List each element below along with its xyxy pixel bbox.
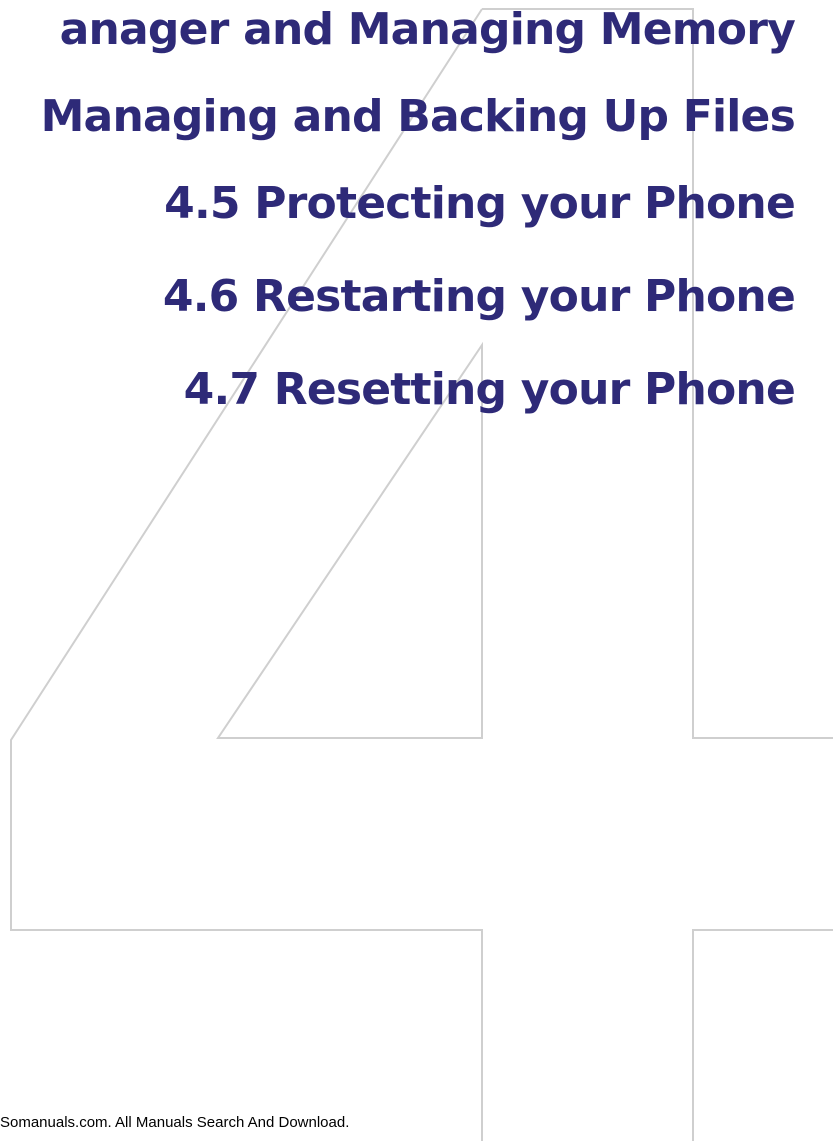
toc-item-restarting: 4.6 Restarting your Phone bbox=[162, 271, 796, 322]
toc-item-protecting: 4.5 Protecting your Phone bbox=[164, 178, 796, 229]
toc-item-resetting: 4.7 Resetting your Phone bbox=[183, 364, 796, 415]
chapter-number-outline bbox=[10, 8, 833, 1141]
toc-item-memory: anager and Managing Memory bbox=[59, 4, 796, 55]
toc-item-files: Managing and Backing Up Files bbox=[40, 91, 796, 142]
footer-text: Somanuals.com. All Manuals Search And Do… bbox=[0, 1114, 350, 1131]
